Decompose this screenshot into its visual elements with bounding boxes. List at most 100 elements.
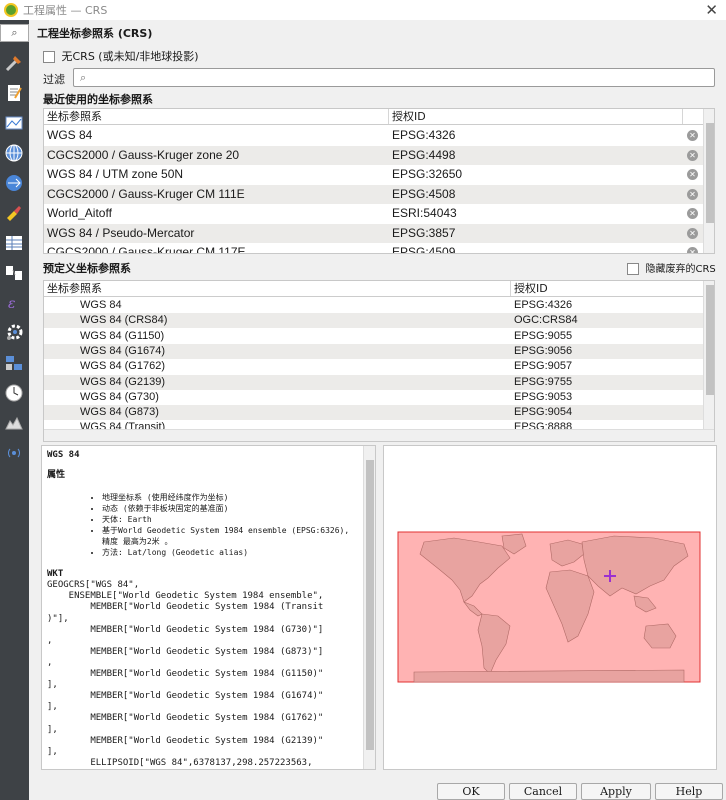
remove-recent-icon[interactable]: ✕ — [687, 208, 698, 219]
filter-input[interactable]: ⌕ — [73, 68, 715, 87]
recent-table-header: 坐标参照系 授权ID — [44, 109, 704, 125]
predefined-crs-row[interactable]: WGS 84 (CRS84) OGC:CRS84 — [44, 313, 704, 329]
column-header-authority[interactable]: 授权ID — [511, 281, 704, 296]
predefined-crs-name: WGS 84 — [80, 299, 122, 311]
predefined-crs-authid: EPSG:9054 — [514, 406, 573, 419]
scrollbar-thumb[interactable] — [366, 460, 374, 750]
sensors-icon[interactable] — [3, 442, 25, 464]
recent-crs-authid: EPSG:4498 — [392, 147, 456, 162]
wkt-line: MEMBER["World Geodetic System 1984 (G115… — [47, 668, 324, 679]
help-button[interactable]: Help — [655, 783, 723, 800]
macros-icon[interactable] — [3, 322, 25, 344]
predefined-crs-name: WGS 84 (G730) — [80, 390, 159, 403]
no-crs-checkbox[interactable]: 无CRS (或未知/非地球投影) — [43, 48, 199, 64]
crs-icon[interactable] — [3, 142, 25, 164]
view-settings-icon[interactable] — [3, 112, 25, 134]
crs-extent-map — [383, 445, 717, 770]
predefined-crs-row[interactable]: WGS 84 (G873) EPSG:9054 — [44, 405, 704, 421]
wkt-line: ], — [47, 746, 58, 757]
remove-recent-icon[interactable]: ✕ — [687, 247, 698, 253]
wkt-line: ], — [47, 724, 58, 735]
recent-crs-name: WGS 84 / UTM zone 50N — [47, 167, 184, 181]
wkt-line: ELLIPSOID["WGS 84",6378137,298.257223563… — [47, 757, 313, 768]
predefined-crs-table: 坐标参照系 授权ID WGS 84 EPSG:4326 WGS 84 (CRS84)… — [43, 280, 715, 442]
predefined-crs-authid: EPSG:9755 — [514, 375, 573, 388]
remove-recent-icon[interactable]: ✕ — [687, 149, 698, 161]
apply-button[interactable]: Apply — [581, 783, 651, 800]
metadata-icon[interactable] — [3, 82, 25, 104]
recent-crs-row[interactable]: CGCS2000 / Gauss-Kruger CM 111E EPSG:4508… — [44, 184, 704, 204]
column-header-crs[interactable]: 坐标参照系 — [44, 109, 389, 124]
remove-recent-icon[interactable]: ✕ — [687, 227, 698, 239]
remove-recent-icon[interactable]: ✕ — [687, 188, 698, 200]
scrollbar-thumb[interactable] — [706, 123, 714, 223]
antarctica-shape — [413, 669, 685, 683]
predefined-crs-authid: EPSG:9057 — [514, 360, 573, 373]
wkt-line: MEMBER["World Geodetic System 1984 (G167… — [47, 691, 324, 702]
wkt-line: )"], — [47, 613, 69, 624]
close-icon[interactable]: ✕ — [705, 1, 718, 19]
predefined-crs-row[interactable]: WGS 84 (G730) EPSG:9053 — [44, 389, 704, 405]
wkt-line: ], — [47, 702, 58, 713]
crs-property-item: 精度 最高为2米 。 — [102, 537, 173, 546]
no-crs-label: 无CRS (或未知/非地球投影) — [61, 50, 199, 63]
scrollbar-thumb[interactable] — [706, 285, 714, 395]
recent-crs-row[interactable]: WGS 84 / Pseudo-Mercator EPSG:3857 ✕ — [44, 223, 704, 243]
recent-crs-title: 最近使用的坐标参照系 — [43, 93, 153, 106]
recent-crs-row[interactable]: CGCS2000 / Gauss-Kruger zone 20 EPSG:4498… — [44, 145, 704, 165]
predefined-crs-row[interactable]: WGS 84 (G1762) EPSG:9057 — [44, 359, 704, 375]
predefined-crs-name: WGS 84 (CRS84) — [80, 314, 168, 327]
transformations-icon[interactable] — [3, 172, 25, 194]
recent-crs-row[interactable]: CGCS2000 / Gauss-Kruger CM 117E EPSG:4509… — [44, 243, 704, 253]
recent-crs-row[interactable]: WGS 84 EPSG:4326 ✕ — [44, 126, 704, 145]
predefined-crs-name: WGS 84 (G1762) — [80, 360, 165, 373]
crs-property-item: 天体: Earth — [102, 514, 367, 525]
sidebar-search-icon[interactable]: ⌕ — [0, 24, 29, 42]
predefined-crs-row[interactable]: WGS 84 (G1674) EPSG:9056 — [44, 343, 704, 359]
column-header-crs[interactable]: 坐标参照系 — [44, 281, 511, 296]
column-header-authority[interactable]: 授权ID — [389, 109, 683, 124]
qgis-server-icon[interactable] — [3, 352, 25, 374]
remove-recent-icon[interactable]: ✕ — [687, 130, 698, 141]
recent-crs-authid: EPSG:4508 — [392, 186, 456, 201]
hide-deprecated-label: 隐藏废弃的CRS — [645, 264, 716, 275]
cancel-button[interactable]: Cancel — [509, 783, 577, 800]
predefined-crs-authid: EPSG:9055 — [514, 329, 573, 342]
hide-deprecated-checkbox[interactable]: 隐藏废弃的CRS — [627, 260, 716, 275]
wkt-title: WKT — [47, 569, 64, 579]
predefined-table-header: 坐标参照系 授权ID — [44, 281, 704, 297]
terrain-icon[interactable] — [3, 412, 25, 434]
wkt-line: , — [47, 657, 53, 668]
predefined-crs-authid: EPSG:9056 — [514, 344, 573, 357]
predefined-crs-row[interactable]: WGS 84 (G2139) EPSG:9755 — [44, 374, 704, 390]
description-scrollbar[interactable] — [363, 446, 375, 769]
recent-crs-row[interactable]: World_Aitoff ESRI:54043 ✕ — [44, 204, 704, 223]
properties-title: 属性 — [47, 470, 66, 480]
predefined-crs-name: WGS 84 (G2139) — [80, 375, 165, 388]
crs-properties-list: 地理坐标系 (使用经纬度作为坐标)动态 (依赖于非板块固定的基准面)天体: Ea… — [102, 492, 367, 558]
recent-crs-name: WGS 84 / Pseudo-Mercator — [47, 225, 195, 240]
predefined-table-hscrollbar[interactable] — [44, 429, 714, 441]
predefined-crs-authid: EPSG:9053 — [514, 390, 573, 403]
recent-crs-authid: EPSG:4326 — [392, 128, 456, 142]
predefined-crs-row[interactable]: WGS 84 EPSG:4326 — [44, 298, 704, 313]
predefined-crs-title: 预定义坐标参照系 — [43, 262, 131, 275]
predefined-crs-row[interactable]: WGS 84 (G1150) EPSG:9055 — [44, 328, 704, 344]
remove-recent-icon[interactable]: ✕ — [687, 169, 698, 180]
predefined-crs-name: WGS 84 (G1674) — [80, 344, 165, 357]
predefined-table-scrollbar[interactable] — [703, 281, 714, 429]
recent-crs-authid: ESRI:54043 — [392, 206, 457, 220]
recent-crs-row[interactable]: WGS 84 / UTM zone 50N EPSG:32650 ✕ — [44, 165, 704, 184]
filter-row: 过滤 ⌕ — [43, 68, 715, 88]
data-sources-icon[interactable] — [3, 232, 25, 254]
variables-icon[interactable]: ε — [3, 292, 25, 314]
relations-icon[interactable] — [3, 262, 25, 284]
checkbox-box[interactable] — [627, 263, 639, 275]
recent-crs-table: 坐标参照系 授权ID WGS 84 EPSG:4326 ✕ CGCS2000 / Ga… — [43, 108, 715, 254]
ok-button[interactable]: OK — [437, 783, 505, 800]
checkbox-box[interactable] — [43, 51, 55, 63]
temporal-icon[interactable] — [3, 382, 25, 404]
recent-table-scrollbar[interactable] — [703, 109, 714, 253]
styles-icon[interactable] — [3, 202, 25, 224]
general-icon[interactable] — [3, 52, 25, 74]
